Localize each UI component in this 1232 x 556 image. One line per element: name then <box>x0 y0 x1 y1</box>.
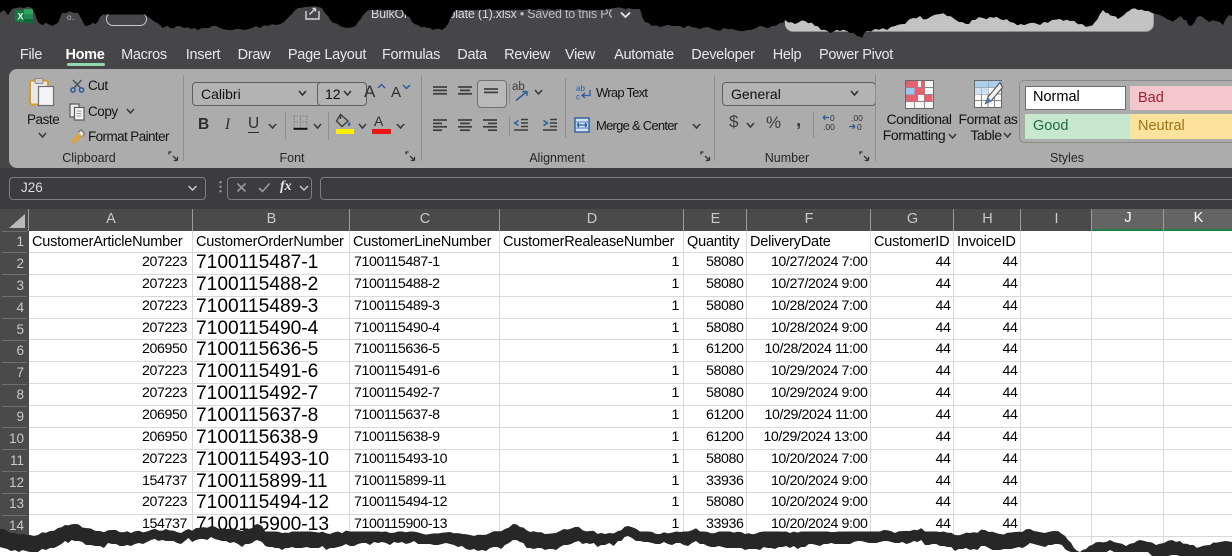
svg-text:0: 0 <box>857 122 862 132</box>
svg-text:c: c <box>576 93 580 101</box>
svg-text:.00: .00 <box>823 122 835 132</box>
